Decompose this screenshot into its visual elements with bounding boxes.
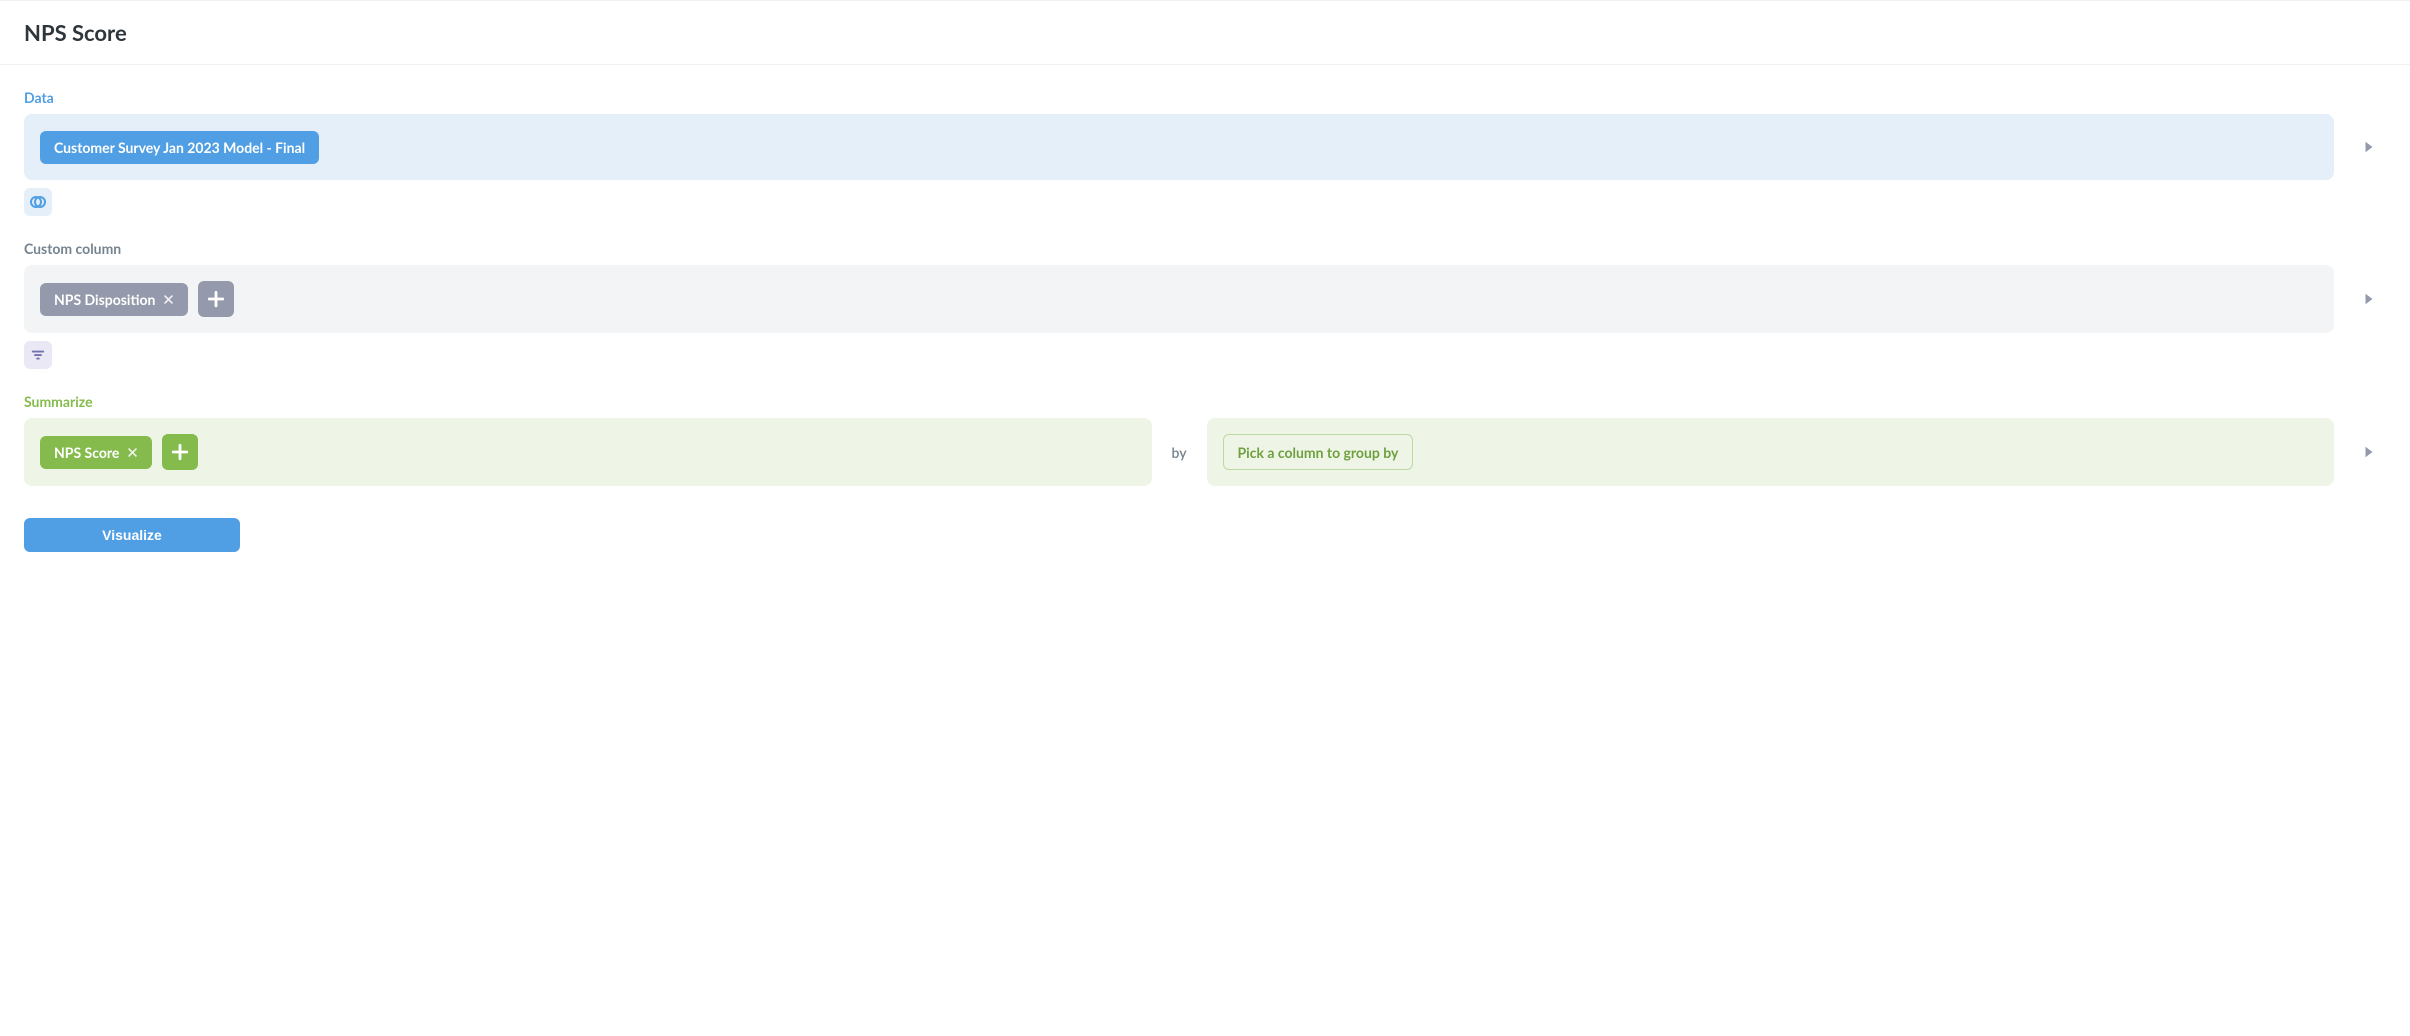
data-source-pill[interactable]: Customer Survey Jan 2023 Model - Final xyxy=(40,131,319,164)
data-section: Data Customer Survey Jan 2023 Model - Fi… xyxy=(24,89,2386,216)
custom-column-section: Custom column NPS Disposition xyxy=(24,240,2386,369)
data-well[interactable]: Customer Survey Jan 2023 Model - Final xyxy=(24,114,2334,180)
custom-column-pill[interactable]: NPS Disposition xyxy=(40,283,188,316)
add-metric-button[interactable] xyxy=(162,434,198,470)
expand-summarize-caret[interactable] xyxy=(2362,445,2386,459)
summarize-metrics-well: NPS Score xyxy=(24,418,1152,486)
plus-icon xyxy=(207,290,225,308)
custom-column-row: NPS Disposition xyxy=(24,265,2386,333)
visualize-button[interactable]: Visualize xyxy=(24,518,240,552)
join-data-button[interactable] xyxy=(24,188,52,216)
groupby-picker[interactable]: Pick a column to group by xyxy=(1223,434,1414,470)
plus-icon xyxy=(171,443,189,461)
caret-right-icon xyxy=(2362,292,2376,306)
venn-icon xyxy=(30,194,46,210)
by-label: by xyxy=(1172,444,1187,461)
close-icon[interactable] xyxy=(163,294,174,305)
data-section-label: Data xyxy=(24,89,2386,106)
close-icon[interactable] xyxy=(127,447,138,458)
query-builder: Data Customer Survey Jan 2023 Model - Fi… xyxy=(0,65,2410,576)
custom-column-well: NPS Disposition xyxy=(24,265,2334,333)
data-row: Customer Survey Jan 2023 Model - Final xyxy=(24,114,2386,180)
filter-button[interactable] xyxy=(24,341,52,369)
expand-data-caret[interactable] xyxy=(2362,140,2386,154)
custom-column-pill-label: NPS Disposition xyxy=(54,291,155,308)
metric-pill-label: NPS Score xyxy=(54,444,119,461)
page-title: NPS Score xyxy=(24,19,2386,46)
custom-column-label: Custom column xyxy=(24,240,2386,257)
page-header: NPS Score xyxy=(0,0,2410,65)
caret-right-icon xyxy=(2362,445,2376,459)
caret-right-icon xyxy=(2362,140,2376,154)
data-source-pill-label: Customer Survey Jan 2023 Model - Final xyxy=(54,139,305,156)
summarize-row-wrap: NPS Score by Pick a column to group by xyxy=(24,418,2386,486)
add-custom-column-button[interactable] xyxy=(198,281,234,317)
summarize-groupby-well: Pick a column to group by xyxy=(1207,418,2335,486)
expand-customcol-caret[interactable] xyxy=(2362,292,2386,306)
filter-icon xyxy=(31,348,45,362)
metric-pill[interactable]: NPS Score xyxy=(40,436,152,469)
summarize-section: Summarize NPS Score by Pick a col xyxy=(24,393,2386,486)
summarize-label: Summarize xyxy=(24,393,2386,410)
